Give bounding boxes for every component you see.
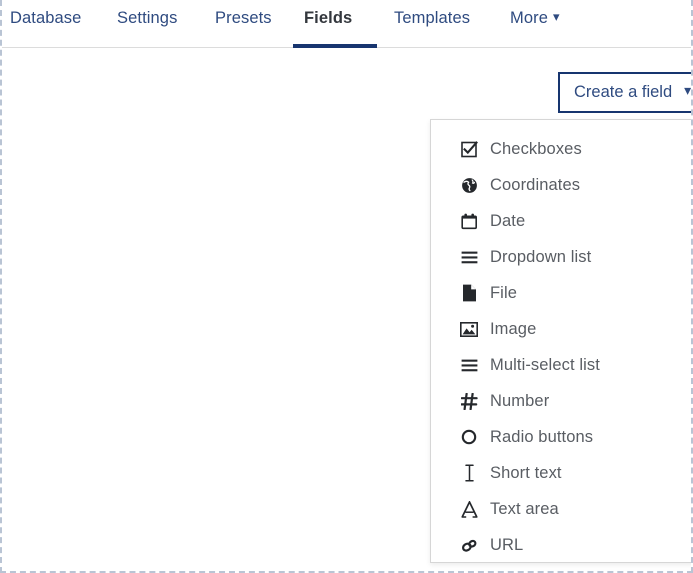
chevron-down-icon: ▾ bbox=[553, 9, 560, 24]
tab-templates[interactable]: Templates bbox=[394, 6, 470, 30]
field-type-option-date[interactable]: Date bbox=[431, 203, 691, 239]
tab-label: Settings bbox=[117, 9, 178, 27]
checkbox-checked-icon bbox=[456, 138, 482, 160]
field-type-label: Short text bbox=[490, 463, 562, 482]
field-type-option-url[interactable]: URL bbox=[431, 527, 691, 563]
field-type-label: Dropdown list bbox=[490, 247, 592, 266]
hash-icon bbox=[456, 390, 482, 412]
tab-presets[interactable]: Presets bbox=[215, 6, 272, 30]
field-type-label: Date bbox=[490, 211, 526, 230]
calendar-icon bbox=[456, 210, 482, 232]
tab-settings[interactable]: Settings bbox=[117, 6, 177, 30]
field-type-label: File bbox=[490, 283, 517, 302]
circle-icon bbox=[456, 426, 482, 448]
globe-icon bbox=[456, 174, 482, 196]
image-icon bbox=[456, 318, 482, 340]
field-type-label: Coordinates bbox=[490, 175, 581, 194]
field-type-option-coordinates[interactable]: Coordinates bbox=[431, 167, 691, 203]
tab-database[interactable]: Database bbox=[10, 6, 81, 30]
field-type-option-short-text[interactable]: Short text bbox=[431, 455, 691, 491]
field-type-option-multi-select-list[interactable]: Multi-select list bbox=[431, 347, 691, 383]
create-field-dropdown-menu[interactable]: Checkboxes Coordinates Date Dropdown list Fi… bbox=[430, 119, 691, 563]
field-type-option-checkboxes[interactable]: Checkboxes bbox=[431, 131, 691, 167]
text-cursor-icon bbox=[456, 462, 482, 484]
field-type-option-radio-buttons[interactable]: Radio buttons bbox=[431, 419, 691, 455]
field-type-label: URL bbox=[490, 535, 524, 554]
primary-tab-bar: Database Settings Presets Fields Templates Mo… bbox=[2, 0, 691, 48]
list-bars-icon bbox=[456, 246, 482, 268]
field-type-option-number[interactable]: Number bbox=[431, 383, 691, 419]
tab-more[interactable]: More ▾ bbox=[510, 6, 560, 30]
chevron-down-icon: ▾ bbox=[684, 82, 692, 98]
field-type-label: Number bbox=[490, 391, 550, 410]
create-a-field-button[interactable]: Create a field ▾ bbox=[558, 72, 692, 113]
list-bars-icon bbox=[456, 354, 482, 376]
letter-a-icon bbox=[456, 498, 482, 520]
tab-fields[interactable]: Fields bbox=[304, 6, 352, 30]
field-type-label: Image bbox=[490, 319, 537, 338]
field-type-option-dropdown-list[interactable]: Dropdown list bbox=[431, 239, 691, 275]
field-type-option-file[interactable]: File bbox=[431, 275, 691, 311]
field-type-label: Checkboxes bbox=[490, 139, 582, 158]
tab-label: Database bbox=[10, 9, 82, 27]
tab-label: Fields bbox=[304, 9, 353, 27]
link-icon bbox=[456, 534, 482, 556]
tab-label: More bbox=[510, 9, 548, 27]
file-icon bbox=[456, 282, 482, 304]
field-type-option-text-area[interactable]: Text area bbox=[431, 491, 691, 527]
field-type-label: Multi-select list bbox=[490, 355, 600, 374]
field-type-label: Text area bbox=[490, 499, 559, 518]
create-a-field-label: Create a field bbox=[574, 83, 673, 101]
tab-label: Templates bbox=[394, 9, 471, 27]
tab-label: Presets bbox=[215, 9, 272, 27]
browser-viewport: Database Settings Presets Fields Templates Mo… bbox=[0, 0, 693, 573]
active-tab-underline bbox=[293, 44, 377, 48]
field-type-option-image[interactable]: Image bbox=[431, 311, 691, 347]
field-type-label: Radio buttons bbox=[490, 427, 594, 446]
